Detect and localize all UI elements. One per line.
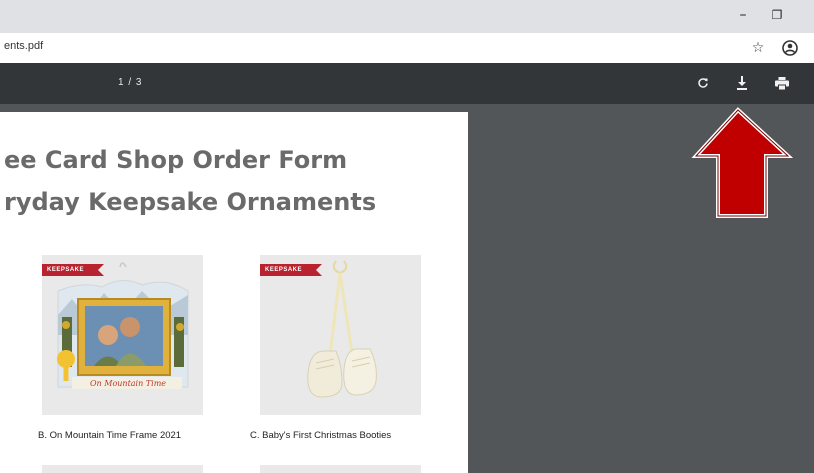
download-icon[interactable] bbox=[733, 74, 751, 92]
close-button[interactable] bbox=[796, 4, 814, 26]
restore-button[interactable]: ❐ bbox=[762, 4, 792, 26]
star-icon[interactable]: ☆ bbox=[748, 38, 768, 58]
product-image-frame: KEEPSAKE On Mountain Time bbox=[42, 255, 203, 415]
page-indicator: 1 / 3 bbox=[118, 77, 143, 88]
frame-ornament-illustration: On Mountain Time bbox=[57, 262, 189, 389]
product-caption: B. On Mountain Time Frame 2021 bbox=[38, 430, 182, 441]
pdf-page: ee Card Shop Order Form ryday Keepsake O… bbox=[0, 112, 468, 473]
address-bar: ents.pdf ☆ bbox=[0, 33, 814, 64]
product-caption: C. Baby's First Christmas Booties bbox=[250, 430, 392, 441]
product-image-booties: KEEPSAKE bbox=[260, 255, 421, 415]
booties-ornament-illustration bbox=[307, 260, 377, 398]
red-arrow-annotation bbox=[691, 107, 794, 218]
pdf-viewer[interactable]: ee Card Shop Order Form ryday Keepsake O… bbox=[0, 104, 814, 473]
url-field[interactable]: ents.pdf bbox=[4, 40, 43, 52]
product-image-partial bbox=[260, 465, 421, 473]
title-bar: – ❐ bbox=[0, 0, 814, 34]
print-icon[interactable] bbox=[773, 74, 791, 92]
minimize-button[interactable]: – bbox=[728, 4, 758, 26]
product-image-partial bbox=[42, 465, 203, 473]
browser-window: – ❐ ents.pdf ☆ 1 / 3 ee Card Shop Order … bbox=[0, 0, 814, 473]
document-title-line-2: ryday Keepsake Ornaments bbox=[4, 188, 377, 216]
ornament-text: On Mountain Time bbox=[90, 379, 166, 388]
account-icon[interactable] bbox=[780, 38, 800, 58]
document-title-line-1: ee Card Shop Order Form bbox=[4, 146, 348, 174]
pdf-toolbar: 1 / 3 bbox=[0, 63, 814, 104]
rotate-icon[interactable] bbox=[694, 74, 712, 92]
